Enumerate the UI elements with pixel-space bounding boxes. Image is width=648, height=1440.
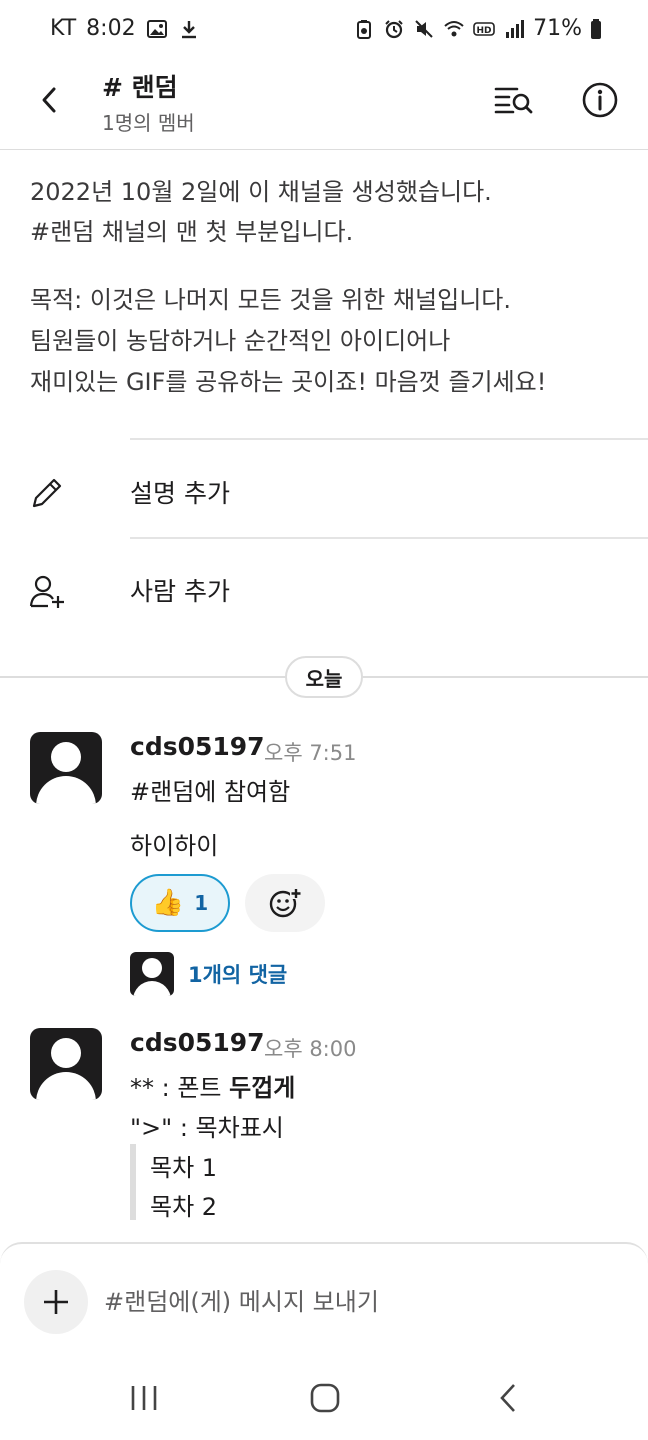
message-line-bold: ** : 폰트 두껍게	[130, 1068, 295, 1103]
quote-line-2: 목차 2	[150, 1193, 218, 1221]
divider	[130, 537, 648, 539]
avatar[interactable]	[30, 1028, 102, 1100]
thumbs-up-emoji: 👍	[151, 888, 185, 918]
alarm-icon	[385, 19, 403, 38]
message-timestamp: 오후 8:00	[264, 1037, 357, 1061]
purpose-line-1: 목적: 이것은 나머지 모든 것을 위한 채널입니다.	[30, 286, 512, 314]
recent-apps-icon	[131, 1386, 157, 1410]
svg-text:HD: HD	[477, 26, 492, 36]
message-text: 하이하이	[130, 832, 219, 860]
battery-percent: 71%	[533, 16, 582, 41]
add-reaction-button[interactable]	[245, 874, 325, 932]
message-composer	[0, 1242, 648, 1362]
thread-reply-count: 1개의 댓글	[188, 963, 288, 987]
clock: 8:02	[86, 16, 136, 41]
home-icon	[310, 1383, 340, 1413]
home-button[interactable]	[295, 1376, 355, 1420]
day-divider-label[interactable]: 오늘	[285, 656, 363, 698]
message-author[interactable]: cds05197	[130, 1028, 265, 1057]
purpose-line-3: 재미있는 GIF를 공유하는 곳이죠! 마음껏 즐기세요!	[30, 368, 547, 396]
battery-icon	[591, 18, 601, 39]
system-nav-bar	[0, 1362, 648, 1440]
channel-intro: 2022년 10월 2일에 이 채널을 생성했습니다. #랜덤 채널의 맨 첫 …	[30, 172, 630, 252]
back-icon	[42, 87, 56, 113]
add-description-label: 설명 추가	[130, 479, 230, 508]
add-description-row[interactable]: 설명 추가	[0, 442, 648, 540]
recent-apps-button[interactable]	[114, 1376, 174, 1420]
add-reaction-icon	[269, 888, 301, 918]
plus-icon	[44, 1290, 68, 1314]
divider	[130, 438, 648, 440]
reaction-count: 1	[194, 891, 209, 915]
carrier-label: KT	[50, 16, 77, 41]
message-author[interactable]: cds05197	[130, 732, 265, 761]
signal-icon	[506, 19, 525, 38]
pencil-icon	[32, 478, 62, 508]
add-person-icon	[29, 575, 64, 608]
message-timestamp: 오후 7:51	[264, 741, 357, 765]
wifi-icon	[444, 20, 464, 36]
download-icon	[181, 20, 196, 38]
system-back-icon	[500, 1384, 515, 1412]
member-count[interactable]: 1명의 멤버	[102, 107, 195, 136]
system-back-button[interactable]	[478, 1376, 538, 1420]
back-button[interactable]	[30, 80, 70, 120]
thread-replies-link[interactable]: 1개의 댓글	[130, 952, 287, 996]
bold-text: 두껍게	[229, 1074, 296, 1102]
hd-icon: HD	[473, 21, 495, 36]
search-list-icon	[494, 87, 533, 114]
purpose-line-2: 팀원들이 농담하거나 순간적인 아이디어나	[30, 327, 451, 355]
intro-start: #랜덤 채널의 맨 첫 부분입니다.	[30, 218, 354, 246]
message-line-quote-hint: ">" : 목차표시	[130, 1114, 284, 1142]
channel-header: # 랜덤 1명의 멤버	[0, 60, 648, 150]
add-people-row[interactable]: 사람 추가	[0, 540, 648, 638]
channel-purpose: 목적: 이것은 나머지 모든 것을 위한 채널입니다. 팀원들이 농담하거나 순…	[30, 280, 640, 403]
battery-saver-icon	[357, 19, 372, 39]
reaction-thumbs-up[interactable]: 👍 1	[130, 874, 230, 932]
gallery-icon	[146, 19, 167, 38]
info-icon	[582, 82, 618, 118]
reply-avatar	[130, 952, 174, 996]
search-in-channel-button[interactable]	[492, 80, 536, 120]
channel-title[interactable]: # 랜덤	[102, 68, 178, 104]
status-bar: KT 8:02 HD 71%	[0, 0, 648, 60]
message-line-prefix: ** : 폰트	[130, 1074, 230, 1102]
channel-info-button[interactable]	[578, 80, 622, 120]
blockquote-bar	[130, 1144, 136, 1220]
mute-icon	[415, 19, 433, 38]
quote-line-1: 목차 1	[150, 1154, 218, 1182]
avatar[interactable]	[30, 732, 102, 804]
add-people-label: 사람 추가	[130, 577, 230, 606]
join-message: #랜덤에 참여함	[130, 778, 291, 806]
message-input[interactable]	[104, 1280, 604, 1324]
intro-created: 2022년 10월 2일에 이 채널을 생성했습니다.	[30, 178, 492, 206]
attach-button[interactable]	[24, 1270, 88, 1334]
